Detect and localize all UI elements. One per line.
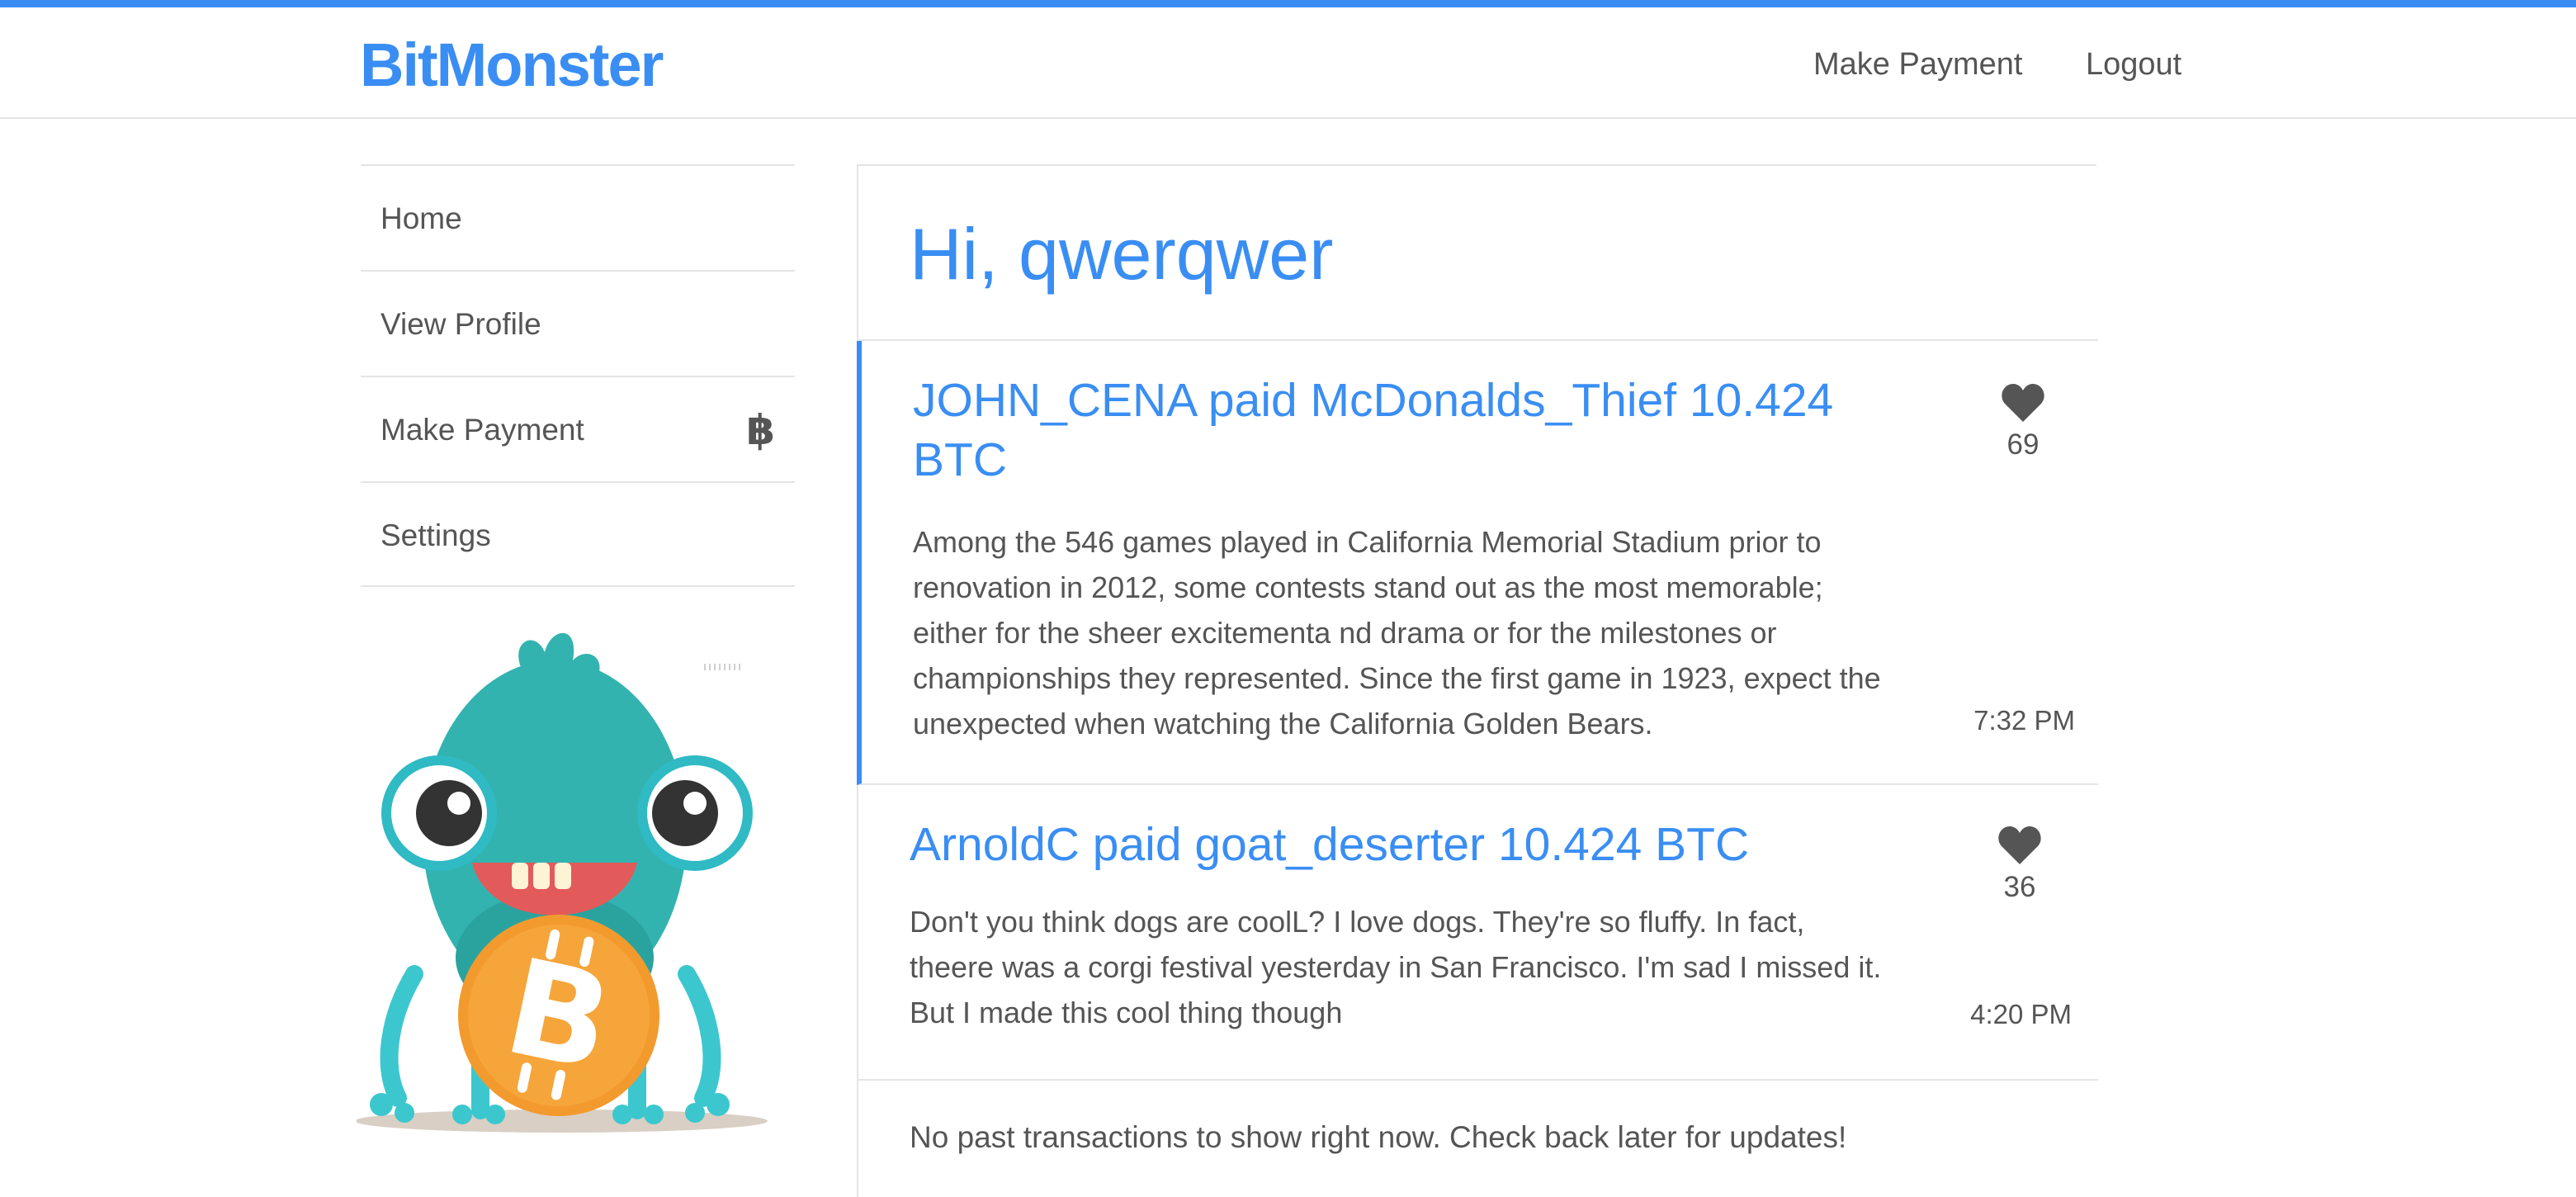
like-button[interactable]: 36 — [1971, 826, 2068, 907]
transaction-title[interactable]: ArnoldC paid goat_deserter 10.424 BTC — [910, 815, 1900, 874]
page-title-greeting: Hi, qwerqwer — [910, 213, 1334, 295]
top-navbar: BitMonster Make Payment Logout — [0, 0, 2576, 119]
sidebar-item-settings[interactable]: Settings — [361, 481, 795, 587]
sidebar-item-home[interactable]: Home — [361, 164, 795, 270]
feed-panel: Hi, qwerqwer JOHN_CENA paid McDonalds_Th… — [857, 164, 2098, 1197]
heart-icon — [1998, 826, 2041, 864]
empty-state-message: No past transactions to show right now. … — [910, 1120, 1847, 1154]
heart-icon — [2002, 384, 2044, 422]
nav-make-payment-link[interactable]: Make Payment — [1813, 44, 2022, 85]
sidebar-item-label: Home — [380, 201, 462, 235]
transaction-title[interactable]: JOHN_CENA paid McDonalds_Thief 10.424 BT… — [913, 371, 1903, 490]
sidebar-item-make-payment[interactable]: Make Payment ฿ — [361, 376, 795, 481]
like-button[interactable]: 69 — [1974, 384, 2072, 465]
sidebar-item-view-profile[interactable]: View Profile — [361, 270, 795, 376]
brand-logo[interactable]: BitMonster — [360, 24, 664, 106]
transaction-card[interactable]: ArnoldC paid goat_deserter 10.424 BTC Do… — [858, 785, 2098, 1081]
sidebar-item-label: Make Payment — [380, 413, 584, 447]
sidebar-item-label: Settings — [380, 518, 491, 552]
nav-logout-link[interactable]: Logout — [2086, 44, 2181, 85]
like-count: 69 — [2006, 428, 2040, 461]
transaction-message: Don't you think dogs are coolL? I love d… — [910, 905, 1882, 1029]
transaction-card[interactable]: JOHN_CENA paid McDonalds_Thief 10.424 BT… — [857, 341, 2098, 785]
bitcoin-icon: ฿ — [746, 407, 775, 453]
bitmonster-mascot-illustration: B — [357, 627, 786, 1139]
sidebar-item-label: View Profile — [380, 307, 541, 341]
transaction-message: Among the 546 games played in California… — [913, 525, 1881, 740]
transaction-time: 4:20 PM — [1970, 999, 2072, 1029]
like-count: 36 — [2003, 871, 2036, 903]
sidebar: Home View Profile Make Payment ฿ Setting… — [361, 164, 795, 587]
transaction-time: 7:32 PM — [1973, 705, 2075, 736]
